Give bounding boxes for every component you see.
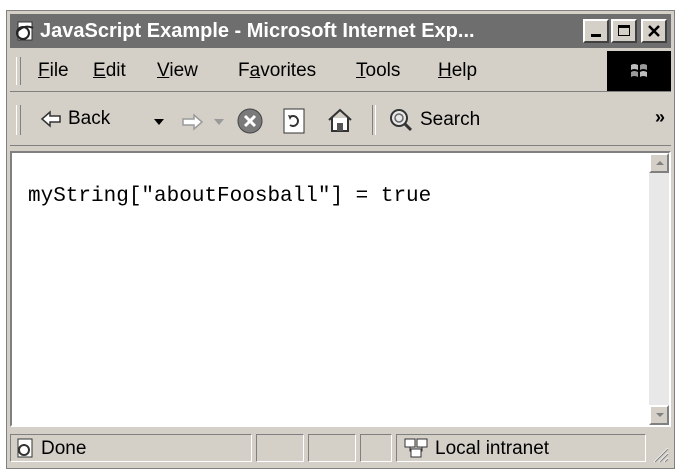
maximize-icon — [618, 25, 630, 36]
zone-text: Local intranet — [435, 438, 550, 459]
home-icon[interactable] — [326, 107, 354, 133]
status-panel — [308, 434, 356, 462]
minimize-icon — [591, 34, 601, 37]
menu-edit[interactable]: Edit — [93, 60, 126, 82]
toolbar-chevron[interactable]: » — [655, 107, 665, 128]
resize-grip-icon[interactable] — [651, 445, 669, 463]
forward-dropdown-icon[interactable] — [214, 119, 224, 125]
menu-favorites[interactable]: Favorites — [238, 60, 316, 82]
toolbar-separator — [372, 105, 376, 135]
windows-flag-icon — [631, 64, 647, 77]
search-label: Search — [420, 109, 481, 130]
menu-view[interactable]: View — [157, 60, 198, 82]
browser-window: JavaScript Example - Microsoft Internet … — [6, 10, 675, 469]
page-done-icon — [17, 438, 33, 458]
toolbar-grip[interactable] — [16, 105, 21, 135]
back-arrow-icon — [40, 110, 61, 128]
search-button[interactable]: Search — [388, 108, 480, 132]
status-text: Done — [41, 438, 87, 459]
search-icon — [390, 109, 413, 132]
back-button[interactable]: Back — [40, 108, 110, 130]
windows-brand-logo — [607, 51, 671, 91]
status-panel — [256, 434, 304, 462]
scroll-down-button[interactable] — [649, 405, 669, 425]
title-bar[interactable]: JavaScript Example - Microsoft Internet … — [10, 14, 671, 48]
page-text: myString["aboutFoosball"] = true — [28, 185, 432, 208]
back-label: Back — [68, 108, 111, 129]
scroll-down-arrow-icon — [656, 413, 664, 417]
ie-page-icon — [16, 21, 34, 41]
vertical-scrollbar[interactable] — [649, 153, 669, 425]
menu-bar: File Edit View Favorites Tools Help — [10, 51, 671, 92]
status-bar: Done Local intranet — [10, 431, 671, 465]
window-title: JavaScript Example - Microsoft Internet … — [40, 20, 475, 42]
maximize-button[interactable] — [611, 19, 637, 43]
status-panel — [360, 434, 392, 462]
status-panel-zone: Local intranet — [396, 434, 646, 462]
standard-toolbar: Back Search » — [10, 95, 671, 146]
menu-file[interactable]: File — [38, 60, 69, 82]
scroll-up-button[interactable] — [649, 153, 669, 173]
status-panel-main: Done — [10, 434, 252, 462]
close-button[interactable] — [641, 19, 667, 43]
menu-bar-grip[interactable] — [16, 57, 21, 85]
local-intranet-icon — [404, 438, 428, 458]
minimize-button[interactable] — [583, 19, 609, 43]
menu-tools[interactable]: Tools — [356, 60, 400, 82]
refresh-icon[interactable] — [282, 107, 306, 135]
stop-icon[interactable] — [236, 107, 264, 135]
close-icon — [648, 25, 660, 37]
menu-help[interactable]: Help — [438, 60, 477, 82]
page-content: myString["aboutFoosball"] = true — [10, 151, 671, 427]
scroll-up-arrow-icon — [656, 161, 664, 165]
back-dropdown-icon[interactable] — [154, 119, 164, 125]
forward-arrow-icon[interactable] — [180, 113, 204, 131]
